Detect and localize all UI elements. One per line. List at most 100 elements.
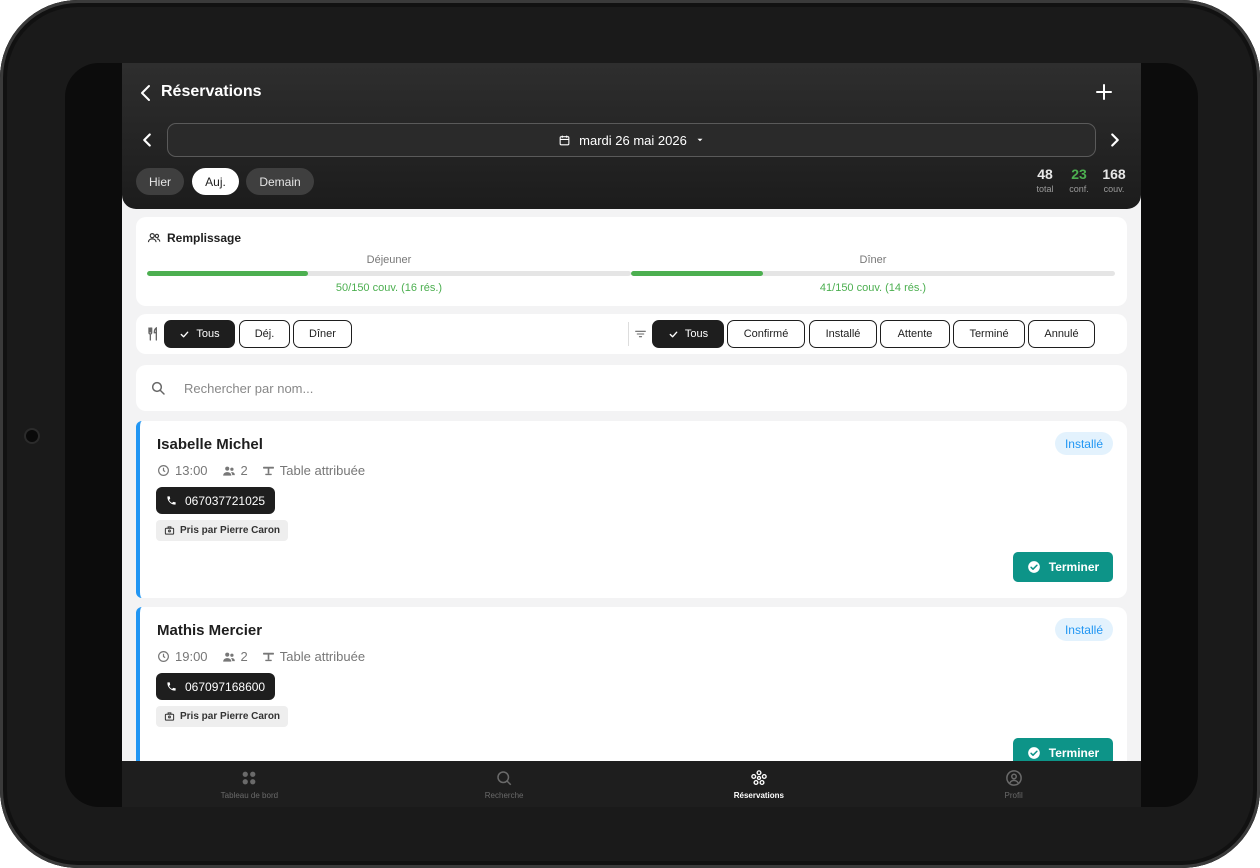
fill-rate-title: Remplissage — [167, 231, 242, 245]
guest-count: 2 — [240, 649, 248, 664]
caret-down-icon — [697, 138, 703, 142]
back-arrow-icon[interactable] — [134, 81, 158, 105]
search-input[interactable] — [184, 376, 1084, 400]
table-status: Table attribuée — [279, 463, 366, 478]
table-icon — [262, 466, 274, 476]
clock-icon — [158, 651, 169, 662]
filter-bar: Tous Déj. Dîner Tous Confirmé Installé A… — [136, 314, 1127, 354]
check-icon — [180, 331, 189, 337]
status-filter-attente[interactable]: Attente — [880, 320, 950, 348]
stat-covers: 168 couv. — [1099, 166, 1129, 194]
phone-number: 067097168600 — [185, 679, 266, 694]
taken-by-tag: Pris par Pierre Caron — [156, 520, 289, 541]
stat-confirmed-value: 23 — [1071, 166, 1087, 182]
taken-by-text: Pris par Pierre Caron — [180, 711, 281, 722]
reservation-meta: 19:00 2 Table attribuée — [157, 649, 365, 664]
app-header: Réservations mardi 26 mai 2026 Hier Auj.… — [122, 63, 1141, 209]
phone-icon — [167, 682, 176, 691]
check-circle-icon — [1027, 747, 1040, 759]
time-info: 19:00 — [157, 649, 208, 664]
status-filter-confirme[interactable]: Confirmé — [727, 320, 805, 348]
badge-icon — [164, 526, 175, 535]
bottom-navigation: Tableau de bord Recherche Réservations P… — [122, 761, 1141, 807]
day-chip-hier[interactable]: Hier — [136, 168, 184, 195]
add-reservation-icon[interactable] — [1092, 80, 1116, 104]
reservation-card[interactable]: Isabelle Michel Installé 13:00 2 Table a… — [136, 421, 1127, 598]
stat-total: 48 total — [1032, 166, 1058, 194]
fill-rate-card: Remplissage Déjeuner 50/150 couv. (16 ré… — [136, 217, 1127, 306]
finish-button[interactable]: Terminer — [1013, 552, 1113, 582]
stat-total-value: 48 — [1037, 166, 1053, 182]
stat-confirmed-label: conf. — [1069, 184, 1089, 194]
table-info: Table attribuée — [262, 649, 365, 664]
check-circle-icon — [1027, 561, 1040, 573]
date-label: mardi 26 mai 2026 — [579, 132, 687, 148]
table-icon — [262, 652, 274, 662]
status-badge: Installé — [1054, 618, 1113, 641]
nav-search-label: Recherche — [484, 790, 524, 800]
service-filter-tous-label: Tous — [196, 328, 220, 340]
filter-divider — [628, 322, 629, 346]
status-badge: Installé — [1054, 432, 1113, 455]
guest-count: 2 — [240, 463, 248, 478]
phone-number: 067037721025 — [185, 493, 266, 508]
finish-button-label: Terminer — [1048, 560, 1100, 574]
status-filter-annule[interactable]: Annulé — [1028, 320, 1095, 348]
table-info: Table attribuée — [262, 463, 365, 478]
front-camera — [26, 430, 38, 442]
search-icon — [497, 770, 512, 785]
phone-icon — [167, 496, 176, 505]
reservation-time: 13:00 — [175, 463, 208, 478]
cutlery-icon — [148, 326, 157, 341]
day-chip-auj[interactable]: Auj. — [192, 168, 239, 195]
nav-profile-label: Profil — [1004, 790, 1023, 800]
nav-search[interactable]: Recherche — [377, 761, 632, 807]
guests-info: 2 — [222, 649, 248, 664]
profile-icon — [1005, 769, 1022, 786]
status-filter-tous-label: Tous — [684, 328, 709, 340]
app-screen: Réservations mardi 26 mai 2026 Hier Auj.… — [122, 63, 1141, 807]
guest-name: Isabelle Michel — [157, 436, 263, 453]
stat-covers-label: couv. — [1103, 184, 1125, 194]
previous-day-icon[interactable] — [136, 129, 158, 151]
reservation-time: 19:00 — [175, 649, 208, 664]
status-filter-termine[interactable]: Terminé — [953, 320, 1025, 348]
stat-confirmed: 23 conf. — [1066, 166, 1092, 194]
calendar-icon — [559, 135, 570, 145]
tablet-frame: Réservations mardi 26 mai 2026 Hier Auj.… — [0, 0, 1260, 868]
dinner-progress-fill — [631, 271, 764, 276]
people-icon — [222, 652, 235, 662]
next-day-icon[interactable] — [1104, 129, 1126, 151]
dinner-progress-track — [631, 271, 1115, 276]
search-icon — [151, 381, 165, 395]
nav-profile[interactable]: Profil — [886, 761, 1141, 807]
phone-button[interactable]: 067097168600 — [156, 673, 276, 700]
status-filter-installe[interactable]: Installé — [809, 320, 877, 348]
taken-by-text: Pris par Pierre Caron — [180, 525, 281, 536]
clock-icon — [158, 465, 169, 476]
stat-covers-value: 168 — [1102, 166, 1126, 182]
check-icon — [669, 331, 678, 337]
reservation-card[interactable]: Mathis Mercier Installé 19:00 2 Table at… — [136, 607, 1127, 784]
table-status: Table attribuée — [279, 649, 366, 664]
nav-reservations-label: Réservations — [733, 790, 784, 800]
status-filter-tous[interactable]: Tous — [652, 320, 724, 348]
fill-rate-header: Remplissage — [147, 231, 241, 245]
nav-reservations[interactable]: Réservations — [632, 761, 887, 807]
service-filter-tous[interactable]: Tous — [164, 320, 235, 348]
service-filter-diner[interactable]: Dîner — [293, 320, 352, 348]
stat-total-label: total — [1036, 184, 1054, 194]
date-picker[interactable]: mardi 26 mai 2026 — [167, 123, 1096, 157]
page-title: Réservations — [161, 83, 262, 100]
taken-by-tag: Pris par Pierre Caron — [156, 706, 289, 727]
day-chip-demain[interactable]: Demain — [246, 168, 314, 195]
phone-button[interactable]: 067037721025 — [156, 487, 276, 514]
lunch-progress-fill — [147, 271, 309, 276]
dashboard-icon — [243, 771, 256, 784]
reservation-meta: 13:00 2 Table attribuée — [157, 463, 365, 478]
lunch-summary: 50/150 couv. (16 rés.) — [335, 282, 443, 294]
nav-dashboard[interactable]: Tableau de bord — [122, 761, 377, 807]
guest-name: Mathis Mercier — [157, 622, 263, 639]
service-filter-dej[interactable]: Déj. — [239, 320, 290, 348]
people-icon — [222, 466, 235, 476]
